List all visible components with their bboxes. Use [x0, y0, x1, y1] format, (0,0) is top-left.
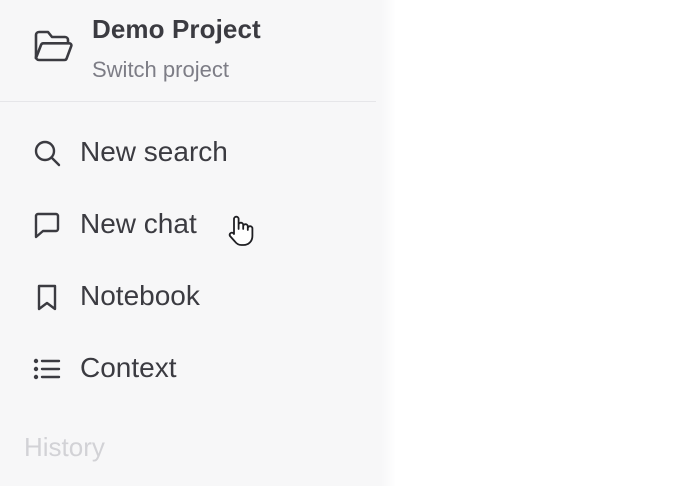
chat-icon — [34, 212, 60, 239]
folder-open-icon — [34, 30, 73, 62]
sidebar: Demo Project Switch project New search N… — [0, 0, 395, 486]
project-switcher[interactable]: Demo Project Switch project — [0, 0, 376, 102]
nav-item-label: Notebook — [80, 280, 200, 311]
nav-item-label: New search — [80, 136, 228, 167]
nav-item-label: New chat — [80, 208, 197, 239]
hand-pointer-cursor-icon — [228, 215, 254, 246]
history-heading: History — [24, 432, 105, 462]
nav-item-notebook[interactable]: Notebook — [0, 268, 376, 324]
nav-item-context[interactable]: Context — [0, 340, 376, 396]
nav-item-new-chat[interactable]: New chat — [0, 196, 376, 252]
search-icon — [34, 140, 61, 167]
nav-item-new-search[interactable]: New search — [0, 124, 376, 180]
project-title: Demo Project — [92, 14, 261, 44]
app-window: Demo Project Switch project New search N… — [0, 0, 684, 486]
nav-item-label: Context — [80, 352, 177, 383]
switch-project-link[interactable]: Switch project — [92, 57, 229, 83]
list-icon — [33, 358, 61, 380]
bookmark-icon — [37, 284, 57, 311]
